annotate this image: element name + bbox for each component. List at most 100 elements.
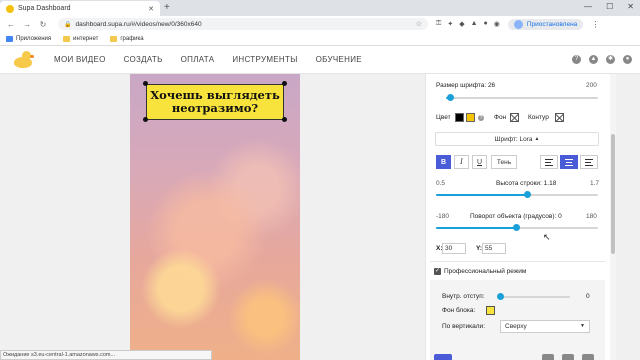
bottom-tool-button[interactable]: [582, 354, 594, 360]
rotation-label: Поворот объекта (градусов): 0: [470, 213, 562, 220]
highlight-color-swatch[interactable]: [466, 113, 475, 122]
font-size-slider-thumb[interactable]: [447, 94, 454, 101]
panel-divider: [430, 261, 605, 262]
line-height-slider-fill: [436, 194, 527, 196]
key-icon[interactable]: ⚿: [436, 20, 441, 28]
vertical-align-value: Сверху: [505, 323, 527, 330]
help-icon[interactable]: ?: [572, 55, 581, 64]
padding-label: Внутр. отступ:: [442, 293, 485, 300]
bookmark-star-icon[interactable]: ☆: [416, 20, 422, 28]
align-left-button[interactable]: [540, 155, 558, 169]
nav-tools[interactable]: ИНСТРУМЕНТЫ: [232, 55, 297, 64]
extension-icon[interactable]: ◉: [494, 20, 500, 28]
nav-create[interactable]: СОЗДАТЬ: [124, 55, 163, 64]
avatar: [513, 19, 523, 29]
x-input[interactable]: 30: [442, 243, 466, 254]
bottom-tool-button[interactable]: [542, 354, 554, 360]
bottom-tool-button[interactable]: [562, 354, 574, 360]
block-bg-label: Фон блока:: [442, 307, 476, 314]
padding-slider-thumb[interactable]: [497, 293, 504, 300]
pro-mode-checkbox[interactable]: ✓: [434, 268, 441, 275]
outline-label: Контур: [528, 114, 549, 121]
tab-title: Supa Dashboard: [18, 5, 71, 12]
font-size-max: 200: [586, 82, 597, 89]
tab-close-icon[interactable]: ✕: [148, 5, 154, 13]
lock-icon: 🔒: [64, 21, 72, 28]
bookmark-graphics[interactable]: графика: [110, 35, 144, 42]
nav-learning[interactable]: ОБУЧЕНИЕ: [316, 55, 362, 64]
maximize-icon[interactable]: ☐: [606, 2, 613, 11]
duck-logo-icon[interactable]: [12, 50, 34, 69]
bookmark-label: интернет: [73, 35, 99, 42]
italic-button[interactable]: I: [454, 155, 469, 169]
url-field[interactable]: 🔒 dashboard.supa.ru/#/videos/new/0/360x6…: [58, 18, 428, 30]
align-right-button[interactable]: [580, 155, 598, 169]
rotation-slider-thumb[interactable]: [513, 224, 520, 231]
line-height-max: 1.7: [590, 180, 600, 187]
shadow-button[interactable]: Тень: [491, 155, 517, 169]
extension-icon[interactable]: ◆: [459, 20, 464, 28]
bold-button[interactable]: B: [436, 155, 451, 169]
text-line-1: Хочешь выглядеть: [150, 88, 280, 102]
resize-handle[interactable]: [282, 117, 287, 122]
padding-value: 0: [586, 293, 590, 300]
resize-handle[interactable]: [282, 81, 287, 86]
padding-slider[interactable]: [498, 296, 570, 298]
close-window-icon[interactable]: ✕: [627, 2, 634, 11]
resize-handle[interactable]: [143, 81, 148, 86]
rotation-min: -180: [436, 213, 450, 220]
extension-icons: ⚿ ✦ ◆ ▲ ● ◉: [436, 20, 500, 28]
bookmark-apps[interactable]: Приложения: [6, 35, 52, 42]
background-label: Фон: [494, 114, 507, 121]
background-none-toggle[interactable]: [510, 113, 519, 122]
user-icon[interactable]: ●: [623, 55, 632, 64]
align-right-icon: [585, 158, 593, 166]
duck-favicon-icon: [6, 4, 14, 13]
line-height-label: Высота строки: 1.18: [496, 180, 557, 187]
window-controls: — ☐ ✕: [584, 2, 634, 11]
outline-none-toggle[interactable]: [555, 113, 564, 122]
profile-paused-button[interactable]: Приостановлена: [507, 18, 584, 30]
text-color-swatch[interactable]: [455, 113, 464, 122]
y-input[interactable]: 55: [482, 243, 506, 254]
rotation-slider-fill: [436, 227, 517, 229]
nav-payment[interactable]: ОПЛАТА: [181, 55, 215, 64]
align-center-button[interactable]: [560, 155, 578, 169]
pro-mode-label: Профессиональный режим: [444, 268, 527, 275]
back-icon[interactable]: ←: [6, 20, 16, 29]
extension-icon[interactable]: ▲: [471, 20, 478, 28]
text-line-2: неотразимо?: [171, 101, 259, 115]
browser-menu-icon[interactable]: ⋮: [591, 20, 599, 29]
text-object-content: Хочешь выглядеть неотразимо?: [150, 89, 280, 115]
bookmark-internet[interactable]: интернет: [63, 35, 99, 42]
bottom-action-button[interactable]: [434, 354, 452, 360]
underline-button[interactable]: U: [472, 155, 487, 169]
minimize-icon[interactable]: —: [584, 2, 592, 11]
align-center-icon: [565, 158, 573, 166]
vertical-align-label: По вертикали:: [442, 323, 485, 330]
new-tab-icon[interactable]: +: [164, 2, 170, 13]
scrollbar-thumb[interactable]: [611, 134, 615, 254]
apps-grid-icon: [6, 35, 13, 42]
font-select-button[interactable]: Шрифт: Lora ▲: [435, 132, 599, 146]
block-bg-swatch[interactable]: [486, 306, 495, 315]
nav-my-videos[interactable]: МОИ ВИДЕО: [54, 55, 106, 64]
line-height-slider-thumb[interactable]: [524, 191, 531, 198]
extension-icon[interactable]: ✦: [447, 20, 453, 28]
text-object[interactable]: Хочешь выглядеть неотразимо?: [146, 84, 284, 120]
font-size-slider[interactable]: [446, 97, 598, 99]
browser-status-bar: Ожидание s3.eu-central-1.amazonaws.com..…: [0, 350, 212, 360]
reload-icon[interactable]: ↻: [38, 20, 48, 29]
bell-icon[interactable]: ▲: [589, 55, 598, 64]
extension-icon[interactable]: ●: [484, 20, 488, 28]
vertical-align-select[interactable]: Сверху ▼: [500, 320, 590, 333]
browser-tab-bar: Supa Dashboard ✕ + — ☐ ✕: [0, 0, 640, 16]
forward-icon[interactable]: →: [22, 20, 32, 29]
caret-up-icon: ▲: [534, 136, 540, 142]
help-icon[interactable]: ?: [478, 115, 484, 121]
gear-icon[interactable]: ✱: [606, 55, 615, 64]
browser-tab[interactable]: Supa Dashboard ✕: [0, 1, 160, 16]
bookmark-label: графика: [120, 35, 144, 42]
bookmark-label: Приложения: [16, 35, 52, 42]
resize-handle[interactable]: [143, 117, 148, 122]
